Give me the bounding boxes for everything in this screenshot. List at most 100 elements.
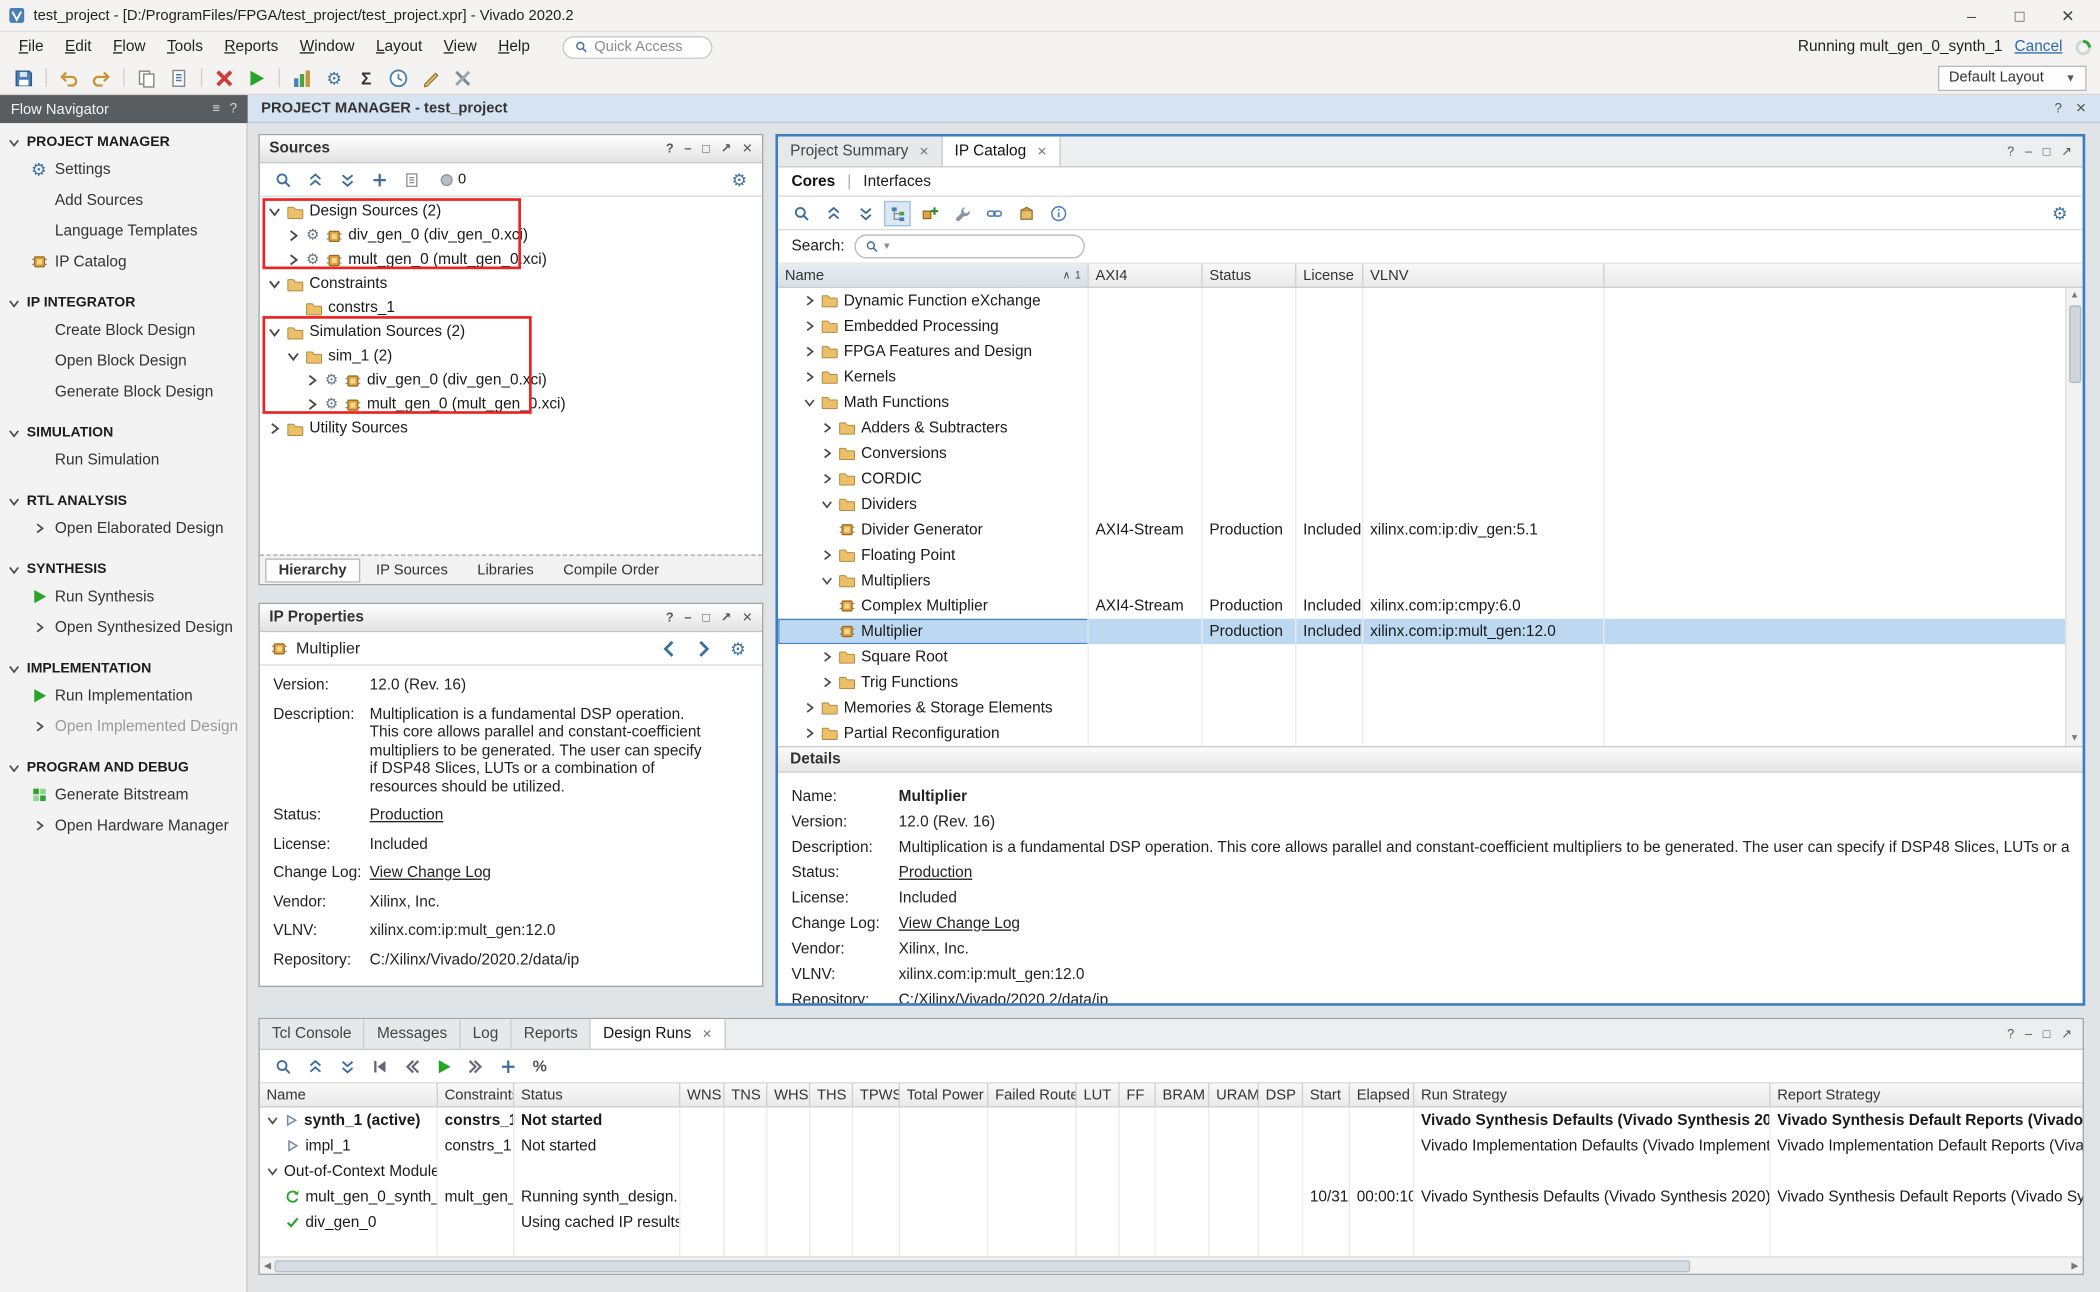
catalog-row-conversions[interactable]: Conversions	[778, 441, 2082, 466]
menu-view[interactable]: View	[433, 36, 488, 57]
panel-help-icon[interactable]: ?	[2007, 1027, 2014, 1042]
collapse-all-button[interactable]	[301, 1053, 328, 1078]
run-row-out-of-context-module-runs[interactable]: Out-of-Context Module Runs	[260, 1158, 2083, 1183]
first-button[interactable]	[366, 1053, 393, 1078]
chevron-right-icon[interactable]	[821, 447, 833, 459]
pencil-icon[interactable]	[421, 68, 441, 88]
chevron-down-icon[interactable]	[268, 205, 281, 218]
menu-help[interactable]: Help	[488, 36, 541, 57]
column-header-bram[interactable]: BRAM	[1156, 1083, 1210, 1106]
panel-minimize-icon[interactable]: –	[684, 610, 691, 625]
ip-properties-value[interactable]: Production	[370, 808, 444, 826]
percent-button[interactable]: %	[526, 1053, 553, 1078]
chevron-right-icon[interactable]	[305, 374, 318, 387]
chart-icon[interactable]	[292, 68, 312, 88]
column-header-total-power[interactable]: Total Power	[900, 1083, 988, 1106]
column-header-status[interactable]: Status	[1203, 264, 1297, 287]
save-icon[interactable]	[13, 68, 33, 88]
chevron-right-icon[interactable]	[804, 371, 816, 383]
sources-tree-row-constrs-1[interactable]: constrs_1	[260, 296, 762, 320]
menu-layout[interactable]: Layout	[365, 36, 433, 57]
chevron-down-icon[interactable]	[804, 396, 816, 408]
run-row-impl-1[interactable]: impl_1constrs_1Not startedVivado Impleme…	[260, 1133, 2083, 1158]
chevron-right-icon[interactable]	[287, 253, 300, 266]
window-close-button[interactable]: ✕	[2044, 6, 2092, 25]
run-row-mult-gen-0-synth-1[interactable]: mult_gen_0_synth_1mult_gen_0Running synt…	[260, 1184, 2083, 1209]
link-button[interactable]	[980, 200, 1007, 225]
scroll-down-icon[interactable]: ▼	[2070, 731, 2079, 746]
panel-minimize-icon[interactable]: –	[2025, 144, 2032, 159]
chevron-right-icon[interactable]	[804, 702, 816, 714]
ip-properties-value[interactable]: View Change Log	[370, 865, 491, 883]
chevron-down-icon[interactable]	[267, 1165, 279, 1177]
catalog-row-adders-subtracters[interactable]: Adders & Subtracters	[778, 415, 2082, 440]
forward-button[interactable]	[462, 1053, 489, 1078]
catalog-tab-project-summary[interactable]: Project Summary✕	[778, 137, 942, 166]
chevron-right-icon[interactable]	[821, 676, 833, 688]
undo-icon[interactable]	[59, 68, 79, 88]
sources-settings-button[interactable]: ⚙	[726, 167, 753, 192]
chevron-right-icon[interactable]	[821, 473, 833, 485]
catalog-row-partial-reconfiguration[interactable]: Partial Reconfiguration	[778, 721, 2082, 746]
runs-tab-reports[interactable]: Reports	[512, 1019, 591, 1048]
delete-icon[interactable]	[214, 68, 234, 88]
flownav-item-run-synthesis[interactable]: Run Synthesis	[0, 581, 246, 612]
chevron-right-icon[interactable]	[268, 422, 281, 435]
runs-tab-tcl-console[interactable]: Tcl Console	[260, 1019, 365, 1048]
window-minimize-button[interactable]: –	[1947, 6, 1995, 25]
catalog-subtab-cores[interactable]: Cores	[792, 173, 836, 189]
run-button[interactable]	[430, 1053, 457, 1078]
search-button[interactable]	[269, 1053, 296, 1078]
catalog-row-cordic[interactable]: CORDIC	[778, 466, 2082, 491]
flownav-item-open-block-design[interactable]: Open Block Design	[0, 346, 246, 377]
panel-close-icon[interactable]: ✕	[742, 141, 753, 156]
chevron-right-icon[interactable]	[821, 651, 833, 663]
expand-all-button[interactable]	[852, 200, 879, 225]
flownav-section-simulation[interactable]: SIMULATION	[0, 419, 246, 444]
catalog-row-square-root[interactable]: Square Root	[778, 644, 2082, 669]
close-tab-icon[interactable]: ✕	[1037, 144, 1047, 159]
catalog-row-complex-multiplier[interactable]: Complex MultiplierAXI4-StreamProductionI…	[778, 593, 2082, 618]
cancel-link[interactable]: Cancel	[2015, 39, 2063, 55]
panel-float-icon[interactable]: ↗	[721, 610, 732, 625]
flow-navigator-help-icon[interactable]: ?	[230, 102, 237, 117]
panel-maximize-icon[interactable]: □	[702, 141, 710, 156]
sources-tree-row-mult-gen-0-mult-gen-0-xci[interactable]: ⚙mult_gen_0 (mult_gen_0.xci)	[260, 248, 762, 272]
sources-tab-hierarchy[interactable]: Hierarchy	[265, 558, 360, 582]
chevron-down-icon[interactable]	[821, 498, 833, 510]
menu-flow[interactable]: Flow	[102, 36, 156, 57]
catalog-row-multiplier[interactable]: MultiplierProductionIncludedxilinx.com:i…	[778, 619, 2082, 644]
sources-tree-row-constraints[interactable]: Constraints	[260, 272, 762, 296]
scroll-left-icon[interactable]: ◀	[264, 1258, 271, 1273]
sources-tree-row-div-gen-0-div-gen-0-xci[interactable]: ⚙div_gen_0 (div_gen_0.xci)	[260, 368, 762, 392]
column-header-uram[interactable]: URAM	[1209, 1083, 1259, 1106]
sources-tree-row-div-gen-0-div-gen-0-xci[interactable]: ⚙div_gen_0 (div_gen_0.xci)	[260, 224, 762, 248]
details-value[interactable]: View Change Log	[899, 915, 1020, 931]
runs-tab-messages[interactable]: Messages	[365, 1019, 461, 1048]
workspace-close-icon[interactable]: ✕	[2075, 101, 2086, 116]
flownav-item-run-implementation[interactable]: Run Implementation	[0, 680, 246, 711]
flownav-item-open-implemented-design[interactable]: Open Implemented Design	[0, 711, 246, 742]
catalog-search-box[interactable]: ▼	[854, 234, 1084, 258]
search-button[interactable]	[269, 167, 296, 192]
package-button[interactable]	[1012, 200, 1039, 225]
column-header-report-strategy[interactable]: Report Strategy	[1771, 1083, 2083, 1106]
sources-tree-row-design-sources-2[interactable]: Design Sources (2)	[260, 200, 762, 224]
quick-access-search[interactable]: Quick Access	[562, 35, 712, 58]
search-button[interactable]	[787, 200, 814, 225]
chevron-down-icon[interactable]	[821, 575, 833, 587]
chevron-down-icon[interactable]	[267, 1114, 279, 1126]
back-button[interactable]	[398, 1053, 425, 1078]
scroll-up-icon[interactable]: ▲	[2070, 288, 2079, 303]
scroll-right-icon[interactable]: ▶	[2071, 1258, 2078, 1273]
column-header-elapsed[interactable]: Elapsed	[1350, 1083, 1414, 1106]
column-header-whs[interactable]: WHS	[767, 1083, 810, 1106]
catalog-settings-button[interactable]: ⚙	[2046, 200, 2073, 225]
menu-file[interactable]: File	[8, 36, 54, 57]
column-header-name[interactable]: Name∧ 1	[778, 264, 1089, 287]
column-header-wns[interactable]: WNS	[680, 1083, 724, 1106]
flownav-item-create-block-design[interactable]: Create Block Design	[0, 315, 246, 346]
copy-icon[interactable]	[137, 68, 157, 88]
catalog-row-kernels[interactable]: Kernels	[778, 364, 2082, 389]
flownav-item-settings[interactable]: ⚙Settings	[0, 154, 246, 185]
